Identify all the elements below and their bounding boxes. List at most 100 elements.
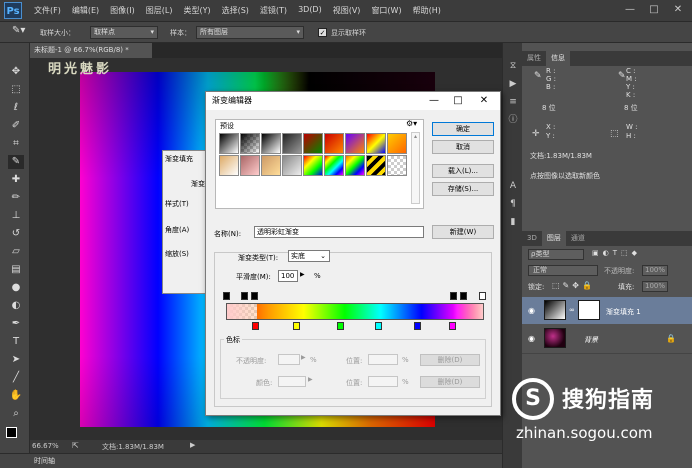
opacity-stop[interactable] [479,292,486,300]
crop-tool-icon[interactable]: ⌗ [8,137,24,151]
zoom-tool-icon[interactable]: ⌕ [8,407,24,421]
preset-swatch[interactable] [240,155,260,176]
visibility-eye-icon-2[interactable]: ◉ [528,334,535,343]
preset-swatch[interactable] [366,155,386,176]
history-icon[interactable]: ⧖ [506,59,520,73]
menu-file[interactable]: 文件(F) [34,5,61,16]
tab-channels[interactable]: 通道 [566,231,590,246]
smoothness-dropdown-icon[interactable]: ▶ [300,271,305,278]
dialog-close-button[interactable]: ✕ [472,92,496,110]
preset-swatch[interactable] [366,133,386,154]
restore-button[interactable]: □ [642,2,666,18]
tab-3d[interactable]: 3D [522,231,542,246]
move-tool-icon[interactable]: ✥ [8,65,24,79]
preset-swatch[interactable] [219,133,239,154]
fill-input[interactable]: 100% [642,281,668,292]
sample-size-select[interactable]: 取样点 [90,26,158,39]
preset-swatch[interactable] [303,155,323,176]
layer-name-2[interactable]: 背景 [584,335,598,345]
preset-swatch[interactable] [345,133,365,154]
foreground-color-swatch[interactable] [6,427,17,438]
menu-type[interactable]: 类型(Y) [183,5,210,16]
type-tool-icon[interactable]: T [8,335,24,349]
close-button[interactable]: ✕ [666,2,690,18]
color-stop[interactable] [449,322,456,330]
menu-select[interactable]: 选择(S) [222,5,249,16]
save-button[interactable]: 存储(S)... [432,182,494,196]
eyedropper-icon[interactable]: ✎▾ [12,25,25,36]
menu-3d[interactable]: 3D(D) [298,5,322,16]
dialog-minimize-button[interactable]: — [422,92,446,110]
color-stop[interactable] [252,322,259,330]
line-tool-icon[interactable]: ╱ [8,371,24,385]
history-brush-icon[interactable]: ↺ [8,227,24,241]
layer-filter-icons[interactable]: ▣◐T⬚◆ [592,249,641,257]
dodge-tool-icon[interactable]: ◐ [8,299,24,313]
color-stop[interactable] [414,322,421,330]
preset-swatch[interactable] [282,133,302,154]
minimize-button[interactable]: — [618,2,642,18]
color-stop[interactable] [293,322,300,330]
adjust-icon[interactable]: ≡ [506,95,520,109]
hand-tool-icon[interactable]: ✋ [8,389,24,403]
character-icon[interactable]: A [506,179,520,193]
layer-row-gradient-fill[interactable]: ◉ ∞ 渐变填充 1 [522,297,692,324]
lock-icons[interactable]: ⬚✎✥🔒 [552,281,595,290]
smoothness-input[interactable]: 100 [278,270,298,282]
quick-select-icon[interactable]: ✐ [8,119,24,133]
paragraph-icon[interactable]: ¶ [506,197,520,211]
eraser-tool-icon[interactable]: ▱ [8,245,24,259]
preset-swatch[interactable] [345,155,365,176]
preset-swatch[interactable] [219,155,239,176]
menu-filter[interactable]: 滤镜(T) [260,5,287,16]
layer-name[interactable]: 渐变填充 1 [606,307,641,317]
show-ring-checkbox[interactable]: ✓ [318,28,327,37]
load-button[interactable]: 载入(L)... [432,164,494,178]
tab-layers[interactable]: 图层 [541,231,566,246]
menu-edit[interactable]: 编辑(E) [72,5,99,16]
document-tab[interactable]: 未标题-1 @ 66.7%(RGB/8) * [30,43,152,58]
delete-color-stop-button[interactable]: 删除(D) [420,376,480,388]
gradient-preview-bar[interactable] [226,303,484,320]
menu-window[interactable]: 窗口(W) [371,5,401,16]
preset-swatch[interactable] [324,133,344,154]
tab-properties[interactable]: 属性 [522,51,546,66]
dialog-maximize-button[interactable]: □ [446,92,470,110]
stamp-tool-icon[interactable]: ⊥ [8,209,24,223]
name-input[interactable]: 透明彩虹渐变 [254,226,424,238]
cancel-button[interactable]: 取消 [432,140,494,154]
pen-tool-icon[interactable]: ✒ [8,317,24,331]
lasso-tool-icon[interactable]: ℓ [8,101,24,115]
gradient-tool-icon[interactable]: ▤ [8,263,24,277]
new-button[interactable]: 新建(W) [432,225,494,239]
ok-button[interactable]: 确定 [432,122,494,136]
tab-info[interactable]: 信息 [546,51,570,66]
opacity-stop[interactable] [460,292,467,300]
path-select-icon[interactable]: ➤ [8,353,24,367]
presets-gear-icon[interactable]: ⚙▾ [406,119,417,128]
marquee-tool-icon[interactable]: ⬚ [8,83,24,97]
glyph-icon[interactable]: ▮ [506,215,520,229]
preset-swatch[interactable] [387,133,407,154]
menu-help[interactable]: 帮助(H) [413,5,441,16]
export-icon[interactable]: ⇱ [72,441,79,450]
opacity-stop[interactable] [251,292,258,300]
info-icon[interactable]: ⓘ [506,113,520,127]
preset-swatch[interactable] [282,155,302,176]
timeline-tab[interactable]: 时间轴 [0,453,502,468]
menu-layer[interactable]: 图层(L) [146,5,173,16]
layer-filter-select[interactable]: ρ类型 [528,249,584,260]
sample-select[interactable]: 所有图层 [196,26,304,39]
preset-swatch[interactable] [324,155,344,176]
presets-scrollbar[interactable]: ▴ [411,132,420,204]
preset-swatch[interactable] [261,155,281,176]
menu-view[interactable]: 视图(V) [333,5,361,16]
opacity-input[interactable]: 100% [642,265,668,276]
layer-row-background[interactable]: ◉ 背景 🔒 [522,324,692,354]
zoom-level[interactable]: 66.67% [32,442,59,450]
preset-swatch[interactable] [387,155,407,176]
color-stop[interactable] [375,322,382,330]
visibility-eye-icon[interactable]: ◉ [528,306,535,315]
preset-swatch[interactable] [261,133,281,154]
menu-image[interactable]: 图像(I) [110,5,135,16]
